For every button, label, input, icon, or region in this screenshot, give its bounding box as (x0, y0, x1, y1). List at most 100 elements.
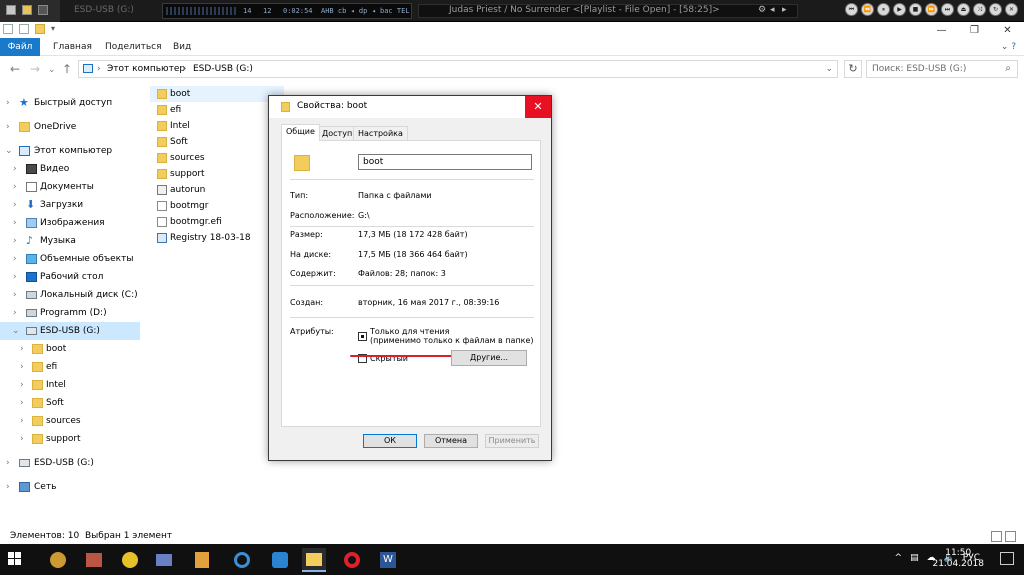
folder-name-input[interactable]: boot (358, 154, 532, 170)
show-hidden-icons-icon[interactable]: ^ (895, 553, 903, 563)
list-item[interactable]: bootmgr (150, 198, 284, 214)
dropdown-icon[interactable] (38, 5, 48, 15)
clock[interactable]: 11:50 21.04.2018 (932, 548, 984, 570)
close-button[interactable]: ✕ (525, 96, 551, 118)
ok-button[interactable]: ОК (363, 434, 417, 448)
tab-general[interactable]: Общие (281, 124, 320, 141)
tiles-view-icon[interactable] (1005, 531, 1016, 542)
forward-icon[interactable]: → (30, 62, 40, 76)
breadcrumb-usb[interactable]: ESD-USB (G:) (193, 61, 253, 77)
tab-customize[interactable]: Настройка (353, 126, 408, 140)
cancel-button[interactable]: Отмена (424, 434, 478, 448)
menu-icon[interactable] (6, 5, 16, 15)
winamp-icon[interactable] (46, 548, 70, 572)
search-input[interactable]: Поиск: ESD-USB (G:) ⌕ (866, 60, 1018, 78)
list-item[interactable]: Intel (150, 118, 284, 134)
sidebar-item-drive-c[interactable]: › Локальный диск (C:) (0, 286, 140, 304)
onedrive-icon (19, 122, 30, 132)
sidebar-item-3d-objects[interactable]: › Объемные объекты (0, 250, 140, 268)
next-small-icon[interactable]: ◂ (770, 5, 775, 15)
recent-dropdown-icon[interactable]: ⌄ (48, 65, 56, 75)
tab-sharing[interactable]: Доступ (317, 126, 358, 140)
qat-dropdown-icon[interactable]: ▾ (51, 24, 61, 34)
windows-start-icon[interactable] (8, 552, 22, 566)
play-icon[interactable]: ▶ (893, 3, 906, 16)
readonly-checkbox[interactable] (358, 332, 367, 341)
folder-icon[interactable] (22, 5, 32, 15)
up-icon[interactable]: ↑ (62, 62, 72, 76)
maximize-icon[interactable]: ❐ (958, 22, 991, 38)
list-item[interactable]: autorun (150, 182, 284, 198)
tab-view[interactable]: Вид (163, 38, 201, 56)
shuffle-icon[interactable]: ⤨ (973, 3, 986, 16)
word-icon[interactable]: W (376, 548, 400, 572)
sidebar-item-quick-access[interactable]: › ★ Быстрый доступ (0, 94, 140, 112)
teamviewer-icon[interactable] (268, 548, 292, 572)
sidebar-item-downloads[interactable]: › ⬇ Загрузки (0, 196, 140, 214)
open-icon[interactable]: ⏏ (957, 3, 970, 16)
list-item[interactable]: support (150, 166, 284, 182)
close-icon[interactable]: ✕ (1005, 3, 1018, 16)
address-dropdown-icon[interactable]: ⌄ (825, 61, 833, 77)
sidebar-item-intel[interactable]: › Intel (0, 376, 140, 394)
list-item[interactable]: Registry 18-03-18 (150, 230, 284, 246)
minimize-icon[interactable]: — (925, 22, 958, 38)
tab-home[interactable]: Главная (43, 38, 102, 56)
list-item[interactable]: boot (150, 86, 284, 102)
sidebar-item-usb-g[interactable]: ⌄ ESD-USB (G:) (0, 322, 140, 340)
sidebar-item-video[interactable]: › Видео (0, 160, 140, 178)
tab-share[interactable]: Поделиться (95, 38, 172, 56)
view-switcher (991, 531, 1016, 542)
fl-studio-icon[interactable] (152, 548, 176, 572)
advanced-button[interactable]: Другие... (451, 350, 527, 366)
sidebar-item-images[interactable]: › Изображения (0, 214, 140, 232)
repeat-icon[interactable]: ↻ (989, 3, 1002, 16)
list-item[interactable]: bootmgr.efi (150, 214, 284, 230)
browser-icon[interactable] (82, 548, 106, 572)
new-folder-icon[interactable] (35, 24, 45, 34)
settings-icon[interactable]: ⚙ (758, 5, 766, 15)
opera-icon[interactable] (340, 548, 364, 572)
details-view-icon[interactable] (991, 531, 1002, 542)
sidebar-item-network[interactable]: › Сеть (0, 478, 140, 496)
sidebar-item-music[interactable]: › ♪ Музыка (0, 232, 140, 250)
sidebar-item-onedrive[interactable]: › OneDrive (0, 118, 140, 136)
tab-file[interactable]: Файл (0, 38, 40, 56)
window-menu-icon[interactable] (3, 24, 13, 34)
sidebar-item-usb-g-root[interactable]: › ESD-USB (G:) (0, 454, 140, 472)
breadcrumb-this-pc[interactable]: Этот компьютер (107, 61, 185, 77)
sidebar-item-soft[interactable]: › Soft (0, 394, 140, 412)
expand-ribbon-icon[interactable]: ⌄ ? (1001, 42, 1016, 52)
list-item[interactable]: Soft (150, 134, 284, 150)
properties-icon[interactable] (19, 24, 29, 34)
network-tray-icon[interactable]: ▤ (910, 553, 919, 563)
prev-icon[interactable]: ⏮ (845, 3, 858, 16)
prev-small-icon[interactable]: ▸ (782, 5, 787, 15)
refresh-button[interactable]: ↻ (844, 60, 862, 78)
sidebar-item-boot[interactable]: › boot (0, 340, 140, 358)
sidebar-item-desktop[interactable]: › Рабочий стол (0, 268, 140, 286)
forward-icon[interactable]: ⏩ (925, 3, 938, 16)
sidebar-item-efi[interactable]: › efi (0, 358, 140, 376)
sidebar-item-support[interactable]: › support (0, 430, 140, 448)
app-icon[interactable] (118, 548, 142, 572)
address-field[interactable]: › Этот компьютер › ESD-USB (G:) ⌄ (78, 60, 838, 78)
rewind-icon[interactable]: ⏪ (861, 3, 874, 16)
ccleaner-icon[interactable] (230, 548, 254, 572)
back-icon[interactable]: ← (10, 62, 20, 76)
list-item[interactable]: sources (150, 150, 284, 166)
pause-icon[interactable]: ⏸ (877, 3, 890, 16)
fl-studio-icon[interactable] (190, 548, 214, 572)
sidebar-item-sources[interactable]: › sources (0, 412, 140, 430)
apply-button[interactable]: Применить (485, 434, 539, 448)
list-item[interactable]: efi (150, 102, 284, 118)
sidebar-item-documents[interactable]: › Документы (0, 178, 140, 196)
sidebar-item-this-pc[interactable]: ⌄ Этот компьютер (0, 142, 140, 160)
next-icon[interactable]: ⏭ (941, 3, 954, 16)
explorer-icon[interactable] (302, 548, 326, 572)
notifications-icon[interactable] (1000, 552, 1014, 565)
stop-icon[interactable]: ■ (909, 3, 922, 16)
drive-icon (26, 309, 37, 317)
sidebar-item-drive-d[interactable]: › Programm (D:) (0, 304, 140, 322)
close-icon[interactable]: ✕ (991, 22, 1024, 38)
